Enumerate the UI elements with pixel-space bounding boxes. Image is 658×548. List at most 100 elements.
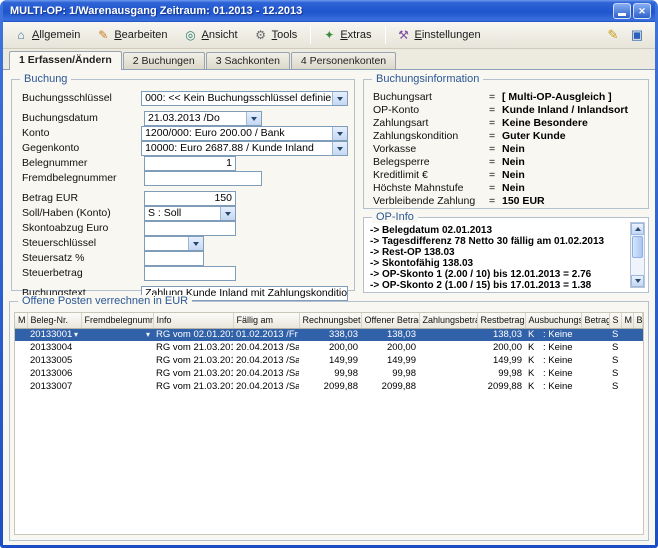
col-header-ausbuchungsart[interactable]: Ausbuchungsart (525, 313, 581, 328)
skontoabzug-label: Skontoabzug Euro (22, 222, 144, 234)
cell-betrag (581, 380, 609, 393)
belegnummer-input[interactable]: 1 (144, 156, 236, 171)
op-info-scrollbar[interactable] (630, 222, 645, 288)
dropdown-button[interactable] (332, 127, 347, 140)
minimize-button[interactable] (613, 3, 631, 19)
dropdown-button[interactable] (188, 237, 203, 250)
info-label: Zahlungsart (373, 117, 489, 129)
menu-bearbeiten[interactable]: ✎ Bearbeiten (90, 26, 175, 45)
info-value: Nein (502, 169, 644, 181)
col-header-betrag[interactable]: Betrag (581, 313, 609, 328)
view-icon: ◎ (184, 29, 198, 41)
chevron-down-icon (193, 242, 199, 249)
cell-faellig: 20.04.2013 /Sa (233, 380, 299, 393)
info-label: Vorkasse (373, 143, 489, 155)
table-row[interactable]: 20133004 RG vom 21.03.2013 20.04.2013 /S… (15, 341, 643, 354)
skontoabzug-input[interactable] (144, 221, 236, 236)
menu-extras[interactable]: ✦ Extras (316, 26, 379, 45)
steuerbetrag-label: Steuerbetrag (22, 267, 144, 279)
info-value: 150 EUR (502, 195, 644, 207)
menu-einstellungen-label: Einstellungen (415, 29, 481, 41)
arrow-down-icon (635, 279, 641, 286)
dropdown-button[interactable] (332, 142, 347, 155)
tab-sachkonten[interactable]: 3 Sachkonten (206, 52, 290, 69)
col-header-b[interactable]: B (633, 313, 643, 328)
dropdown-button[interactable] (246, 112, 261, 125)
betrag-input[interactable]: 150 (144, 191, 236, 206)
table-row[interactable]: 20133006 RG vom 21.03.2013 20.04.2013 /S… (15, 367, 643, 380)
steuerschluessel-combobox[interactable] (144, 236, 204, 251)
cell-rechnungsbetrag: 149,99 (299, 354, 361, 367)
menu-einstellungen[interactable]: ⚒ Einstellungen (391, 26, 489, 45)
fremdbelegnummer-label: Fremdbelegnummer (22, 172, 144, 184)
table-header-row: M Beleg-Nr. Fremdbelegnummer Info Fällig… (15, 313, 643, 328)
field-steuerschluessel: Steuerschlüssel (22, 236, 348, 250)
pencil-icon[interactable]: ✎ (603, 26, 623, 45)
cell-ausbuchungsart: K: Keine (525, 354, 581, 367)
scroll-down-button[interactable] (631, 275, 644, 287)
tab-personenkonten[interactable]: 4 Personenkonten (291, 52, 396, 69)
col-header-m[interactable]: M (15, 313, 27, 328)
steuersatz-input[interactable] (144, 251, 204, 266)
dropdown-arrow-icon[interactable]: ▾ (146, 331, 150, 339)
equals-sign: = (489, 169, 502, 181)
dropdown-button[interactable] (220, 207, 235, 220)
window-icon[interactable]: ▣ (627, 26, 647, 45)
menu-tools[interactable]: ⚙ Tools (248, 26, 306, 45)
ausbuchung-code: K (528, 381, 543, 392)
cell-beleg: 20133001▾ (27, 328, 81, 341)
steuerbetrag-input[interactable] (144, 266, 236, 281)
field-konto: Konto 1200/000: Euro 200.00 / Bank (22, 126, 348, 140)
konto-combobox[interactable]: 1200/000: Euro 200.00 / Bank (141, 126, 348, 141)
col-header-restbetrag[interactable]: Restbetrag (477, 313, 525, 328)
info-label: Höchste Mahnstufe (373, 182, 489, 194)
cell-beleg: 20133006 (27, 367, 81, 380)
close-button[interactable]: ✕ (633, 3, 651, 19)
menu-ansicht[interactable]: ◎ Ansicht (178, 26, 246, 45)
titlebar[interactable]: MULTI-OP: 1/Warenausgang Zeitraum: 01.20… (3, 0, 655, 22)
info-label: Verbleibende Zahlung (373, 195, 489, 207)
cell-betrag (581, 328, 609, 341)
info-value: Nein (502, 143, 644, 155)
buchungsdatum-combobox[interactable]: 21.03.2013 /Do (144, 111, 262, 126)
scrollbar-thumb[interactable] (632, 236, 643, 258)
cell-s: S (609, 367, 621, 380)
steuersatz-label: Steuersatz % (22, 252, 144, 264)
info-row: OP-Konto = Kunde Inland / Inlandsort (373, 103, 644, 116)
tab-erfassen-aendern[interactable]: 1 Erfassen/Ändern (9, 51, 122, 70)
col-header-s[interactable]: S (609, 313, 621, 328)
sollhaben-combobox[interactable]: S : Soll (144, 206, 236, 221)
dropdown-button[interactable] (332, 92, 347, 105)
equals-sign: = (489, 156, 502, 168)
menu-ansicht-label: Ansicht (202, 29, 238, 41)
info-row: Buchungsart = [ Multi-OP-Ausgleich ] (373, 90, 644, 103)
ausbuchung-code: K (528, 368, 543, 379)
buchungsschluessel-combobox[interactable]: 000: << Kein Buchungsschlüssel definiert… (141, 91, 348, 106)
col-header-zahlungsbetrag[interactable]: Zahlungsbetrag (419, 313, 477, 328)
tab-buchungen[interactable]: 2 Buchungen (123, 52, 205, 69)
col-header-faellig-am[interactable]: Fällig am (233, 313, 299, 328)
col-header-info[interactable]: Info (153, 313, 233, 328)
table-row-selected[interactable]: 20133001▾ ▾ RG vom 02.01.2013 01.02.2013… (15, 328, 643, 341)
home-icon: ⌂ (14, 29, 28, 41)
fremdbelegnummer-input[interactable] (144, 171, 262, 186)
cell-fremd (81, 341, 153, 354)
scroll-up-button[interactable] (631, 223, 644, 235)
col-header-m2[interactable]: M (621, 313, 633, 328)
info-label: Zahlungskondition (373, 130, 489, 142)
op-info-line: -> OP-Skonto 1 (2.00 / 10) bis 12.01.201… (370, 269, 626, 280)
col-header-fremdbelegnummer[interactable]: Fremdbelegnummer (81, 313, 153, 328)
cell-rechnungsbetrag: 338,03 (299, 328, 361, 341)
dropdown-arrow-icon[interactable]: ▾ (74, 331, 78, 339)
offene-posten-table: M Beleg-Nr. Fremdbelegnummer Info Fällig… (14, 312, 644, 535)
ausbuchung-text: : Keine (543, 355, 573, 366)
table-row[interactable]: 20133005 RG vom 21.03.2013 20.04.2013 /S… (15, 354, 643, 367)
table-row[interactable]: 20133007 RG vom 21.03.2013 20.04.2013 /S… (15, 380, 643, 393)
op-info-group-title: OP-Info (372, 211, 418, 223)
gegenkonto-combobox[interactable]: 10000: Euro 2687.88 / Kunde Inland (141, 141, 348, 156)
col-header-offener-betrag[interactable]: Offener Betrag (361, 313, 419, 328)
col-header-beleg-nr[interactable]: Beleg-Nr. (27, 313, 81, 328)
menu-allgemein[interactable]: ⌂ Allgemein (8, 26, 88, 45)
equals-sign: = (489, 91, 502, 103)
col-header-rechnungsbetrag[interactable]: Rechnungsbetrag (299, 313, 361, 328)
